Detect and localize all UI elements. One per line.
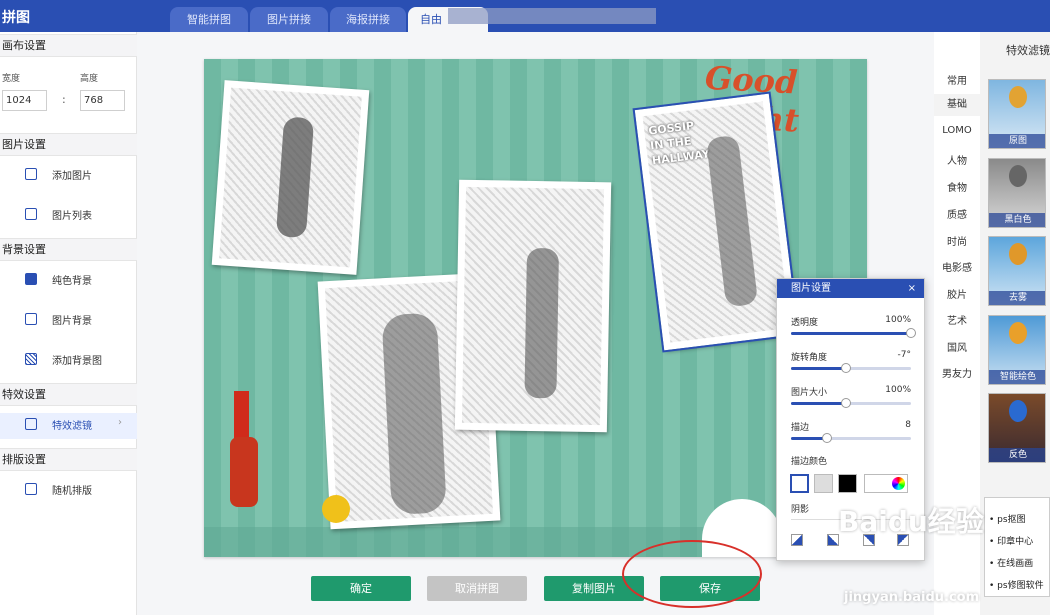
height-label: 高度: [80, 74, 99, 84]
menu-item-ps-retouch[interactable]: • ps修图软件: [989, 578, 1044, 591]
filter-thumb-bw[interactable]: 黑白色: [988, 158, 1046, 228]
collage-photo-1[interactable]: [211, 80, 370, 275]
baidu-watermark: Baidu经验: [838, 505, 984, 538]
category-basic[interactable]: 基础: [934, 94, 980, 116]
annotation-circle: [622, 540, 762, 608]
filter-thumb-smart-color[interactable]: 智能绘色: [988, 315, 1046, 385]
tab-smart-collage[interactable]: 智能拼图: [170, 7, 248, 32]
add-background-image-button[interactable]: 添加背景图: [0, 348, 137, 372]
border-color-label: 描边颜色: [791, 457, 828, 467]
filter-thumb-original[interactable]: 原图: [988, 79, 1046, 149]
random-layout-button[interactable]: 随机排版: [0, 478, 137, 502]
slider-handle[interactable]: [841, 363, 852, 373]
blurred-tab-region: [448, 8, 656, 24]
opacity-row: 透明度 100%: [791, 315, 911, 328]
section-background-settings: 背景设置: [0, 238, 137, 261]
border-row: 描边 8: [791, 420, 911, 433]
collage-canvas[interactable]: Good night GOSSIP IN THE HALLWAY: [204, 59, 867, 557]
category-art[interactable]: 艺术: [934, 312, 980, 327]
rotation-row: 旋转角度 -7°: [791, 350, 911, 363]
slider-handle[interactable]: [841, 398, 852, 408]
category-texture[interactable]: 质感: [934, 206, 980, 221]
color-wheel-icon: [892, 477, 905, 490]
category-lomo[interactable]: LOMO: [934, 125, 980, 136]
cartoon-hat: [234, 391, 249, 439]
context-menu: • ps抠图 • 印章中心 • 在线画画 • ps修图软件: [984, 497, 1050, 597]
shuffle-icon: [25, 483, 37, 495]
filter-thumb-dehaze[interactable]: 去雾: [988, 236, 1046, 306]
add-image-button[interactable]: 添加图片: [0, 163, 137, 187]
shadow-style-1-icon[interactable]: [791, 534, 803, 546]
category-film[interactable]: 胶片: [934, 286, 980, 301]
image-background-button[interactable]: 图片背景: [0, 308, 137, 332]
border-color-custom-swatch[interactable]: [790, 474, 809, 493]
balloon-icon: [1009, 322, 1027, 344]
balloon-icon: [1009, 86, 1027, 108]
category-chinese-style[interactable]: 国风: [934, 339, 980, 354]
canvas-width-input[interactable]: [2, 90, 47, 111]
cartoon-figure: [230, 437, 258, 507]
section-effects-settings: 特效设置: [0, 383, 137, 406]
menu-item-ps-cutout[interactable]: • ps抠图: [989, 512, 1026, 525]
menu-item-stamp-center[interactable]: • 印章中心: [989, 534, 1033, 547]
cancel-collage-button[interactable]: 取消拼图: [427, 576, 527, 601]
category-food[interactable]: 食物: [934, 179, 980, 194]
image-list-button[interactable]: 图片列表: [0, 203, 137, 227]
image-icon: [25, 168, 37, 180]
tab-image-stitch[interactable]: 图片拼接: [250, 7, 328, 32]
menu-item-online-drawing[interactable]: • 在线画画: [989, 556, 1033, 569]
border-slider[interactable]: [791, 433, 911, 443]
category-boyfriend[interactable]: 男友力: [934, 365, 980, 380]
filter-icon: [25, 418, 37, 430]
balloon-icon: [1009, 400, 1027, 422]
border-color-gray-swatch[interactable]: [814, 474, 833, 493]
slider-handle[interactable]: [822, 433, 832, 443]
balloon-icon: [1009, 243, 1027, 265]
solid-square-icon: [25, 273, 37, 285]
chevron-right-icon: ›: [118, 417, 122, 428]
hatched-icon: [25, 353, 37, 365]
solid-background-button[interactable]: 纯色背景: [0, 268, 137, 292]
category-cinematic[interactable]: 电影感: [934, 259, 980, 274]
balloon-icon: [1009, 165, 1027, 187]
slider-handle[interactable]: [906, 328, 916, 338]
dialog-header: 图片设置 ×: [777, 279, 924, 298]
left-sidebar: 画布设置 宽度 高度 : 图片设置 添加图片 图片列表 背景设置 纯色背景 图片…: [0, 32, 137, 615]
picture-icon: [25, 313, 37, 325]
section-layout-settings: 排版设置: [0, 448, 137, 471]
top-bar: 拼图 智能拼图 图片拼接 海报拼接 自由: [0, 0, 1050, 32]
photo-caption: GOSSIP IN THE HALLWAY: [647, 119, 711, 168]
section-image-settings: 图片设置: [0, 133, 137, 156]
canvas-height-input[interactable]: [80, 90, 125, 111]
opacity-slider[interactable]: [791, 328, 916, 338]
border-color-black-swatch[interactable]: [838, 474, 857, 493]
watermark-url: jingyan.baidu.com: [844, 590, 980, 605]
list-icon: [25, 208, 37, 220]
app-title: 拼图: [2, 10, 30, 26]
size-separator: :: [62, 93, 66, 106]
cartoon-ball: [322, 495, 350, 523]
confirm-button[interactable]: 确定: [311, 576, 411, 601]
dialog-title: 图片设置: [791, 283, 831, 294]
filter-thumb-invert[interactable]: 反色: [988, 393, 1046, 463]
close-icon[interactable]: ×: [908, 279, 916, 298]
size-row: 图片大小 100%: [791, 385, 911, 398]
category-fashion[interactable]: 时尚: [934, 233, 980, 248]
tab-poster-stitch[interactable]: 海报拼接: [330, 7, 406, 32]
section-canvas-settings: 画布设置: [0, 34, 137, 57]
collage-photo-3[interactable]: [454, 179, 612, 433]
category-common[interactable]: 常用: [934, 72, 980, 87]
size-slider[interactable]: [791, 398, 911, 408]
rotation-slider[interactable]: [791, 363, 911, 373]
effects-filter-button[interactable]: 特效滤镜 ›: [0, 413, 137, 439]
category-people[interactable]: 人物: [934, 152, 980, 167]
width-label: 宽度: [2, 74, 21, 84]
filter-panel-header: 特效滤镜: [1006, 44, 1050, 57]
color-picker-field[interactable]: [864, 474, 908, 493]
